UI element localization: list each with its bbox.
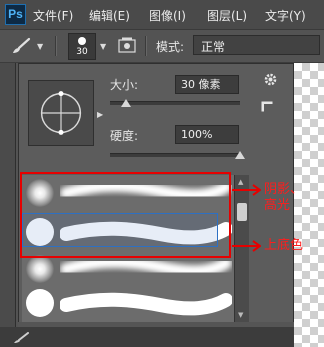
brush-tip-preview [78,37,86,45]
gear-icon[interactable] [263,72,278,87]
brush-size-readout: 30 [76,47,88,57]
scrollbar-thumb[interactable] [237,203,247,221]
menu-image[interactable]: 图像(I) [149,7,186,24]
menu-type[interactable]: 文字(Y) [265,7,306,24]
menu-bar: Ps 文件(F) 编辑(E) 图像(I) 图层(L) 文字(Y) [0,0,324,30]
divider [145,36,147,56]
divider [55,36,57,56]
new-preset-icon[interactable] [261,101,273,112]
hardness-input[interactable]: 100% [175,125,239,144]
brush-stroke-preview [60,292,232,316]
blend-mode-select[interactable]: 正常 [193,35,320,55]
brush-panel-toggle-icon[interactable] [118,37,136,54]
brush-preset-picker[interactable]: 30 [68,33,96,60]
size-label: 大小: [110,78,139,92]
hardness-label: 硬度: [110,129,139,143]
annotation-highlight-box [20,172,231,258]
annotation-label-base-color: 上底色 [264,238,304,253]
photoshop-logo[interactable]: Ps [5,4,26,25]
blend-mode-value: 正常 [201,40,226,54]
menu-file[interactable]: 文件(F) [33,7,73,24]
hardness-slider[interactable] [110,153,240,157]
brush-preset-dropdown-icon[interactable]: ▼ [100,42,106,51]
status-bar [0,327,294,347]
brush-tip-thumbnail [26,289,54,317]
options-bar: ▼ 30 ▼ 模式: 正常 [0,30,324,63]
brush-preset-item[interactable] [22,285,234,321]
brush-angle-roundness-control[interactable] [28,80,94,146]
scroll-down-icon[interactable]: ▼ [238,311,243,319]
menu-layer[interactable]: 图层(L) [207,7,247,24]
angle-flip-arrow-icon[interactable]: ▶ [97,110,103,119]
panel-resize-strip [18,322,294,327]
menu-edit[interactable]: 编辑(E) [89,7,130,24]
annotation-label-shadow-highlight: 阴影、 高光 [264,182,304,213]
annotation-arrow-top [232,184,261,196]
brush-tip-thumbnail [26,255,54,283]
tool-preset-dropdown-icon[interactable]: ▼ [37,42,43,51]
brush-icon[interactable] [12,332,30,344]
mode-label: 模式: [156,40,185,54]
tools-panel [0,63,16,347]
annotation-arrow-bottom [232,240,261,252]
size-input[interactable]: 30 像素 [175,75,239,94]
size-slider-thumb[interactable] [120,99,131,107]
hardness-slider-thumb[interactable] [235,151,245,159]
brush-tool-icon[interactable] [10,37,32,55]
